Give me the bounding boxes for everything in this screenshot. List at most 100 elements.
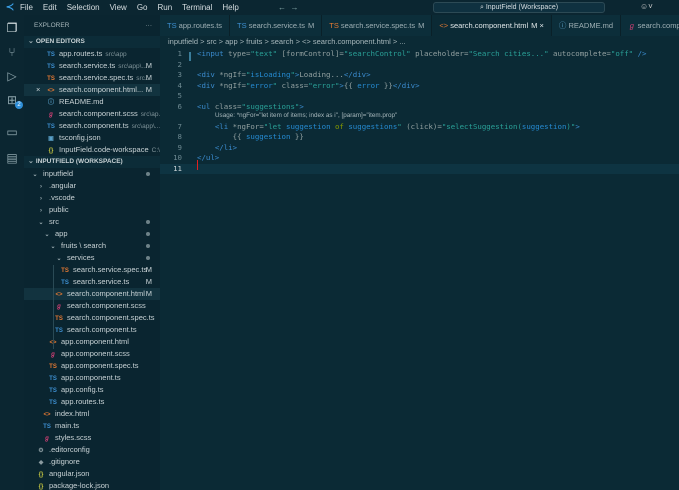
file-name: search.component.scss <box>59 109 138 118</box>
open-editor-item[interactable]: {}InputField.code-workspaceC:\... <box>24 144 160 156</box>
menu-terminal[interactable]: Terminal <box>182 3 212 12</box>
menu-selection[interactable]: Selection <box>67 3 100 12</box>
file-name: tsconfig.json <box>59 133 101 142</box>
menu-run[interactable]: Run <box>157 3 172 12</box>
code-token-str: "Search cities..." <box>468 49 554 58</box>
open-editor-item[interactable]: TS app.routes.ts src\app <box>24 48 160 60</box>
file-item[interactable]: TS app.component.ts <box>24 372 160 384</box>
open-editors-header[interactable]: ⌄ OPEN EDITORS <box>24 36 160 48</box>
modified-dot <box>146 232 150 236</box>
file-item[interactable]: {} package-lock.json <box>24 480 160 490</box>
item-name: .angular <box>49 181 77 190</box>
code-token-tag: > <box>299 101 304 111</box>
code-token-var: isLoading <box>250 70 291 79</box>
line-number: 6 <box>177 101 182 111</box>
extensions-icon[interactable]: ⊞ 2 <box>3 91 23 109</box>
file-item[interactable]: TS search.service.spec.ts M <box>24 264 160 276</box>
open-editor-item[interactable]: ℊsearch.component.scsssrc\ap... <box>24 108 160 120</box>
open-editor-item[interactable]: × <> search.component.html... M <box>24 84 160 96</box>
file-item[interactable]: ⚙ .editorconfig <box>24 444 160 456</box>
tab[interactable]: ⓘ README.md <box>551 15 622 36</box>
tab-status[interactable]: M × <box>531 21 544 30</box>
file-item[interactable]: <> index.html <box>24 408 160 420</box>
code-token-str: "selectSuggestion( <box>441 121 522 131</box>
file-item[interactable]: <>app.component.html <box>24 336 160 348</box>
code-line: 9 </li> <box>160 143 679 154</box>
close-icon[interactable]: × <box>36 84 40 96</box>
tab[interactable]: TS search.service.spec.ts M <box>322 15 433 36</box>
forward-arrow-icon[interactable]: → <box>290 3 298 12</box>
tab[interactable]: TS app.routes.ts <box>160 15 231 36</box>
nav-arrows[interactable]: ← → <box>278 3 298 12</box>
command-center-search[interactable]: ⌕ InputField (Workspace) <box>433 2 605 13</box>
folder-item[interactable]: › .angular <box>24 180 160 192</box>
folder-item[interactable]: ⌄ fruits \ search <box>24 240 160 252</box>
item-name: inputfield <box>43 169 74 178</box>
file-item[interactable]: ℊ styles.scss <box>24 432 160 444</box>
run-debug-icon[interactable]: ▷ <box>3 67 21 85</box>
code-token-tag: > <box>575 121 580 131</box>
line-number: 10 <box>173 153 182 162</box>
file-item[interactable]: TS app.component.spec.ts <box>24 360 160 372</box>
code-line: 5 <box>160 91 679 102</box>
code-token-txt: }} <box>379 80 393 90</box>
file-item[interactable]: ℊ search.component.scss <box>24 300 160 312</box>
open-editor-item[interactable]: ⓘ README.md <box>24 96 160 108</box>
breadcrumb[interactable]: inputfield > src > app > fruits > search… <box>168 37 406 46</box>
file-ts-icon: TS <box>167 21 179 30</box>
code-line: 11 <box>160 163 679 174</box>
open-editor-item[interactable]: TS search.service.spec.ts src... M <box>24 72 160 84</box>
copilot-icon[interactable]: ☺˅ <box>640 2 653 11</box>
folder-item[interactable]: › public <box>24 204 160 216</box>
explorer-sidebar: EXPLORER ··· ⌄ OPEN EDITORS TS app.routes.… <box>24 15 160 490</box>
folder-item[interactable]: ⌄ inputfield <box>24 168 160 180</box>
file-item[interactable]: TS main.ts <box>24 420 160 432</box>
item-name: search.service.spec.ts <box>73 265 148 274</box>
folder-item[interactable]: ⌄ services <box>24 252 160 264</box>
file-item[interactable]: TS app.routes.ts <box>24 396 160 408</box>
file-item[interactable]: TS search.service.ts M <box>24 276 160 288</box>
folder-item[interactable]: › .vscode <box>24 192 160 204</box>
title-bar: ≺ File Edit Selection View Go Run Terminal Help… <box>0 0 679 15</box>
file-item[interactable]: TS search.component.ts <box>24 324 160 336</box>
file-item[interactable]: TS search.component.spec.ts <box>24 312 160 324</box>
menu-go[interactable]: Go <box>137 3 148 12</box>
tab-status[interactable]: M <box>308 21 314 30</box>
file-item[interactable]: {} angular.json <box>24 468 160 480</box>
modified-dot <box>146 172 150 176</box>
more-actions-icon[interactable]: ··· <box>146 20 153 32</box>
back-arrow-icon[interactable]: ← <box>278 3 286 12</box>
modified-badge: M <box>145 289 152 298</box>
folders-icon[interactable]: ▤ <box>3 149 21 167</box>
item-name: fruits \ search <box>61 241 107 250</box>
code-token-str: )" <box>566 121 576 131</box>
folder-item[interactable]: ⌄ app <box>24 228 160 240</box>
menu-help[interactable]: Help <box>222 3 238 12</box>
folder-item[interactable]: ⌄ src <box>24 216 160 228</box>
line-number: 3 <box>177 70 182 79</box>
menu-view[interactable]: View <box>110 3 127 12</box>
open-editor-item[interactable]: TS search.component.ts src\app\... <box>24 120 160 132</box>
menu-edit[interactable]: Edit <box>43 3 57 12</box>
file-json-icon: {} <box>38 484 44 490</box>
workspace-header[interactable]: ⌄ INPUTFIELD (WORKSPACE) <box>24 156 160 168</box>
tab[interactable]: <> search.component.html M × <box>432 15 552 36</box>
code-token-tag: </ul> <box>197 153 220 162</box>
item-name: app.component.ts <box>61 373 121 382</box>
menu-file[interactable]: File <box>20 3 33 12</box>
file-item[interactable]: TS app.config.ts <box>24 384 160 396</box>
remote-explorer-icon[interactable]: ▭ <box>3 123 21 141</box>
tab[interactable]: TS search.service.ts M <box>230 15 323 36</box>
explorer-icon[interactable]: ❐ <box>3 19 21 37</box>
file-tsspec-icon: TS <box>329 21 341 30</box>
open-editor-item[interactable]: ▣ tsconfig.json <box>24 132 160 144</box>
file-item[interactable]: ℊ app.component.scss <box>24 348 160 360</box>
tab-status[interactable]: M <box>418 21 424 30</box>
source-control-icon[interactable]: ⑂ <box>3 43 21 61</box>
file-item[interactable]: <> search.component.html M <box>24 288 160 300</box>
file-item[interactable]: ◆ .gitignore <box>24 456 160 468</box>
code-token-attr: placeholder= <box>415 49 469 58</box>
tab[interactable]: ℊ search.compo <box>621 15 679 36</box>
open-editor-item[interactable]: TS search.service.ts src\app\... M <box>24 60 160 72</box>
